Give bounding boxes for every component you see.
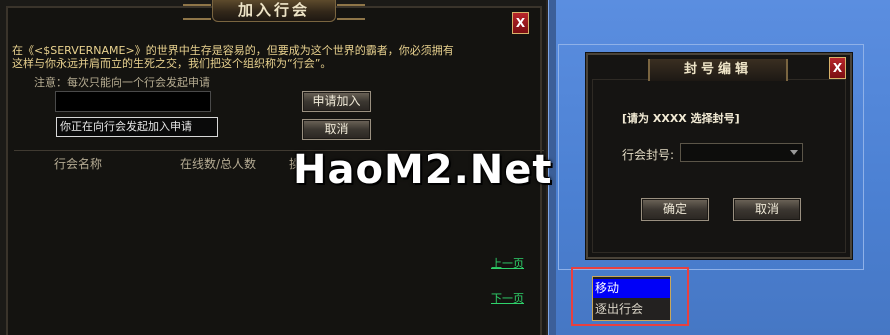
apply-join-button[interactable]: 申请加入 [302,91,371,112]
column-online-total: 在线数/总人数 [180,157,257,171]
prev-page-link[interactable]: 上一页 [491,255,524,271]
guild-title-label: 行会封号: [622,148,675,162]
confirm-button[interactable]: 确定 [641,198,709,221]
title-edit-dialog: 封号编辑 X [请为 XXXX 选择封号] 行会封号: 确定 取消 [586,53,852,259]
menu-item-expel[interactable]: 逐出行会 [593,300,670,319]
join-status-text: 你正在向行会发起加入申请 [56,117,218,137]
join-note: 注意：每次只能向一个行会发起申请 [34,76,210,89]
column-guild-name: 行会名称 [54,157,103,171]
guild-title-select[interactable] [680,143,803,162]
title-dialog-close-button[interactable]: X [829,57,846,79]
title-dialog-title: 封号编辑 [648,59,788,81]
watermark: HaoM2.Net [293,147,553,193]
join-cancel-button[interactable]: 取消 [302,119,371,140]
member-context-menu: 移动 逐出行会 [592,276,671,321]
title-cancel-button[interactable]: 取消 [733,198,801,221]
chevron-down-icon [790,150,798,155]
menu-item-move[interactable]: 移动 [593,279,670,298]
title-dialog-prompt: [请为 XXXX 选择封号] [622,112,740,125]
join-window-close-button[interactable]: X [512,12,529,34]
guild-title-select-value [681,146,685,159]
join-window-title: 加入行会 [183,0,365,22]
next-page-link[interactable]: 下一页 [491,290,524,306]
title-dialog-frame [592,79,846,253]
join-description: 在《<$SERVERNAME>》的世界中生存是容易的，但要成为这个世界的霸者，你… [12,44,454,70]
guild-name-input[interactable] [55,91,211,112]
